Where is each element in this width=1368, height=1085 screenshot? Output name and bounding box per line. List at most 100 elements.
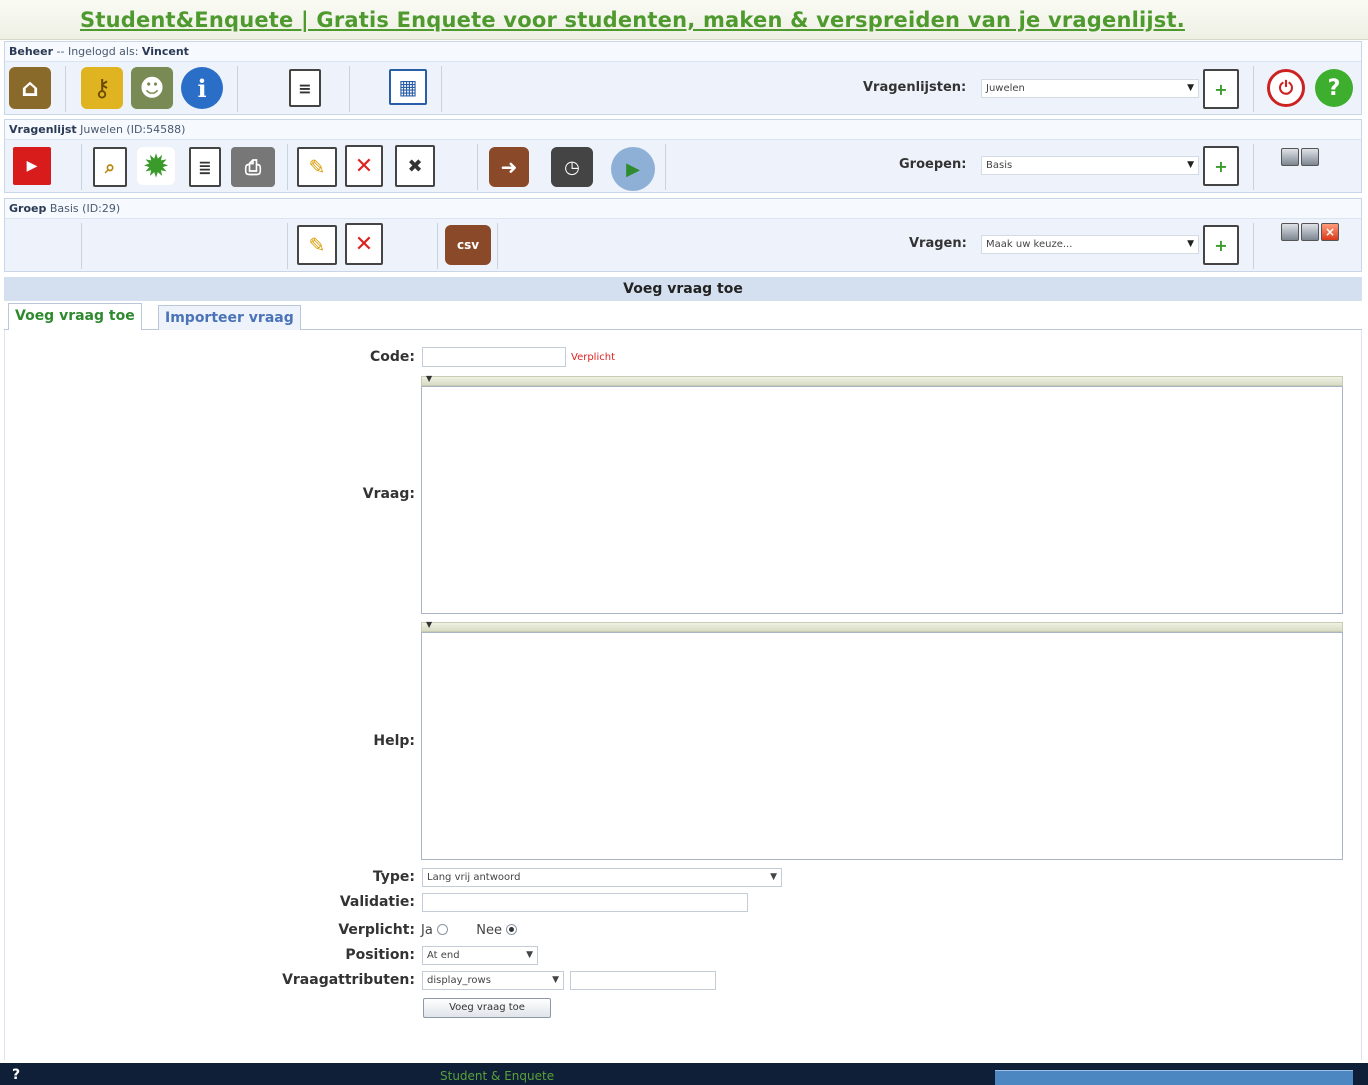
maximize-icon[interactable]	[1301, 223, 1319, 241]
export-icon[interactable]: ➜	[489, 147, 529, 187]
type-label: Type:	[372, 869, 415, 885]
groepen-value: Basis	[986, 160, 1013, 171]
chevron-down-icon: ▼	[426, 374, 433, 383]
stop-activate-icon[interactable]: ▶	[13, 147, 51, 185]
vraag-editor-toolbar[interactable]: ▼	[421, 374, 1343, 386]
info-icon[interactable]: i	[181, 67, 223, 109]
beheer-label: Beheer	[9, 45, 54, 58]
delete-icon[interactable]: ✕	[345, 223, 383, 265]
site-title-bar: Student&Enquete | Gratis Enquete voor st…	[0, 0, 1368, 40]
section-title: Voeg vraag toe	[4, 277, 1362, 301]
code-label: Code:	[369, 349, 415, 365]
chevron-down-icon: ▼	[426, 620, 433, 629]
position-select[interactable]: At end ▼	[422, 946, 538, 965]
site-title: Student&Enquete | Gratis Enquete voor st…	[80, 8, 1185, 32]
vragenlijst-panel: Vragenlijst Juwelen (ID:54588) ▶ ⌕ ✹ ≣ ⎙…	[4, 119, 1362, 193]
position-value: At end	[427, 950, 460, 961]
delete-icon[interactable]: ✕	[345, 145, 383, 187]
test-survey-icon[interactable]: ▶	[611, 147, 655, 191]
nee-label: Nee	[476, 923, 502, 938]
delete-responses-icon[interactable]: ✖	[395, 145, 435, 187]
validatie-label: Validatie:	[339, 894, 415, 910]
vragen-label: Vragen:	[909, 236, 967, 251]
vraag-textarea[interactable]	[421, 386, 1343, 614]
footer-help-link[interactable]: ?	[12, 1067, 20, 1083]
vragenlijsten-value: Juwelen	[986, 83, 1025, 94]
footer-panel	[995, 1070, 1353, 1085]
beheer-panel: Beheer -- Ingelogd als: Vincent ⌂ ⚷ ☻ i …	[4, 41, 1362, 115]
vragenlijst-toolbar: ▶ ⌕ ✹ ≣ ⎙ ✎ ✕ ✖ ➜ ◷ ▶ Groepen: Basis ▼ +	[5, 140, 1361, 193]
beheer-toolbar: ⌂ ⚷ ☻ i ≡ ▦ Vragenlijsten: Juwelen ▼ + ⏻…	[5, 62, 1361, 115]
add-question-form: Code: Verplicht ▼ Vraag: ▼ Help: Type: L…	[4, 330, 1362, 1060]
key-icon[interactable]: ⚷	[81, 67, 123, 109]
new-document-icon[interactable]: +	[1203, 225, 1239, 265]
vragen-select[interactable]: Maak uw keuze... ▼	[981, 235, 1199, 254]
beheer-header: Beheer -- Ingelogd als: Vincent	[5, 42, 1361, 62]
grid-icon[interactable]: ▦	[389, 69, 427, 105]
vragenlijst-label: Vragenlijst	[9, 123, 77, 136]
preview-icon[interactable]: ⌕	[93, 147, 127, 187]
groepen-label: Groepen:	[899, 157, 967, 172]
help-textarea[interactable]	[421, 632, 1343, 860]
vragenlijsten-select[interactable]: Juwelen ▼	[981, 79, 1199, 98]
ja-label: Ja	[421, 923, 433, 938]
home-icon[interactable]: ⌂	[9, 67, 51, 109]
verplicht-options: Ja Nee	[421, 923, 518, 938]
attribute-value-input[interactable]	[570, 971, 716, 990]
tab-importeer-vraag[interactable]: Importeer vraag	[158, 305, 301, 330]
edit-icon[interactable]: ✎	[297, 147, 337, 187]
attributes-label: Vraagattributen:	[282, 972, 415, 988]
tab-voeg-vraag-toe[interactable]: Voeg vraag toe	[8, 303, 142, 331]
document-icon[interactable]: ≡	[289, 69, 321, 107]
vragenlijsten-label: Vragenlijsten:	[863, 80, 967, 95]
groep-toolbar: ✎ ✕ csv Vragen: Maak uw keuze... ▼ + ×	[5, 219, 1361, 272]
groep-header: Groep Basis (ID:29)	[5, 199, 1361, 219]
new-document-icon[interactable]: +	[1203, 146, 1239, 186]
groepen-select[interactable]: Basis ▼	[981, 156, 1199, 175]
minimize-icon[interactable]	[1281, 223, 1299, 241]
help-label: Help:	[373, 733, 415, 749]
minimize-icon[interactable]	[1281, 148, 1299, 166]
groep-label: Groep	[9, 202, 47, 215]
maximize-icon[interactable]	[1301, 148, 1319, 166]
submit-button[interactable]: Voeg vraag toe	[423, 998, 551, 1018]
required-text: Verplicht	[571, 352, 615, 363]
ja-radio[interactable]	[436, 924, 448, 935]
print-preview-icon[interactable]: ≣	[189, 147, 221, 187]
type-value: Lang vrij antwoord	[427, 872, 521, 883]
vragen-value: Maak uw keuze...	[986, 239, 1073, 250]
code-input[interactable]	[422, 347, 566, 367]
chevron-down-icon: ▼	[1187, 160, 1194, 170]
statistics-icon[interactable]: ◷	[551, 147, 593, 187]
groep-panel: Groep Basis (ID:29) ✎ ✕ csv Vragen: Maak…	[4, 198, 1362, 272]
vragenlijst-name-id: Juwelen (ID:54588)	[80, 123, 186, 136]
power-icon[interactable]: ⏻	[1267, 69, 1305, 107]
printer-icon[interactable]: ⎙	[231, 147, 275, 187]
close-icon[interactable]: ×	[1321, 223, 1339, 241]
logged-in-text: -- Ingelogd als:	[56, 45, 139, 58]
attributes-select[interactable]: display_rows ▼	[422, 971, 564, 990]
verplicht-label: Verplicht:	[338, 922, 415, 938]
chevron-down-icon: ▼	[1187, 239, 1194, 249]
chevron-down-icon: ▼	[770, 872, 777, 882]
attributes-value: display_rows	[427, 975, 491, 986]
footer-brand[interactable]: Student & Enquete	[440, 1069, 554, 1083]
vragenlijst-header: Vragenlijst Juwelen (ID:54588)	[5, 120, 1361, 140]
vraag-label: Vraag:	[362, 486, 415, 502]
validatie-input[interactable]	[422, 893, 748, 912]
help-icon[interactable]: ?	[1315, 69, 1353, 107]
chevron-down-icon: ▼	[526, 950, 533, 960]
chevron-down-icon: ▼	[1187, 83, 1194, 93]
groep-name-id: Basis (ID:29)	[49, 202, 121, 215]
nee-radio[interactable]	[506, 924, 518, 935]
tab-bar: Voeg vraag toe Importeer vraag	[4, 301, 1362, 331]
edit-icon[interactable]: ✎	[297, 225, 337, 265]
footer-bar: ? Student & Enquete	[0, 1063, 1368, 1085]
help-editor-toolbar[interactable]: ▼	[421, 620, 1343, 632]
users-icon[interactable]: ☻	[131, 67, 173, 109]
csv-import-icon[interactable]: csv	[445, 225, 491, 265]
new-document-icon[interactable]: +	[1203, 69, 1239, 109]
type-select[interactable]: Lang vrij antwoord ▼	[422, 868, 782, 887]
chevron-down-icon: ▼	[552, 975, 559, 985]
settings-icon[interactable]: ✹	[137, 147, 175, 185]
